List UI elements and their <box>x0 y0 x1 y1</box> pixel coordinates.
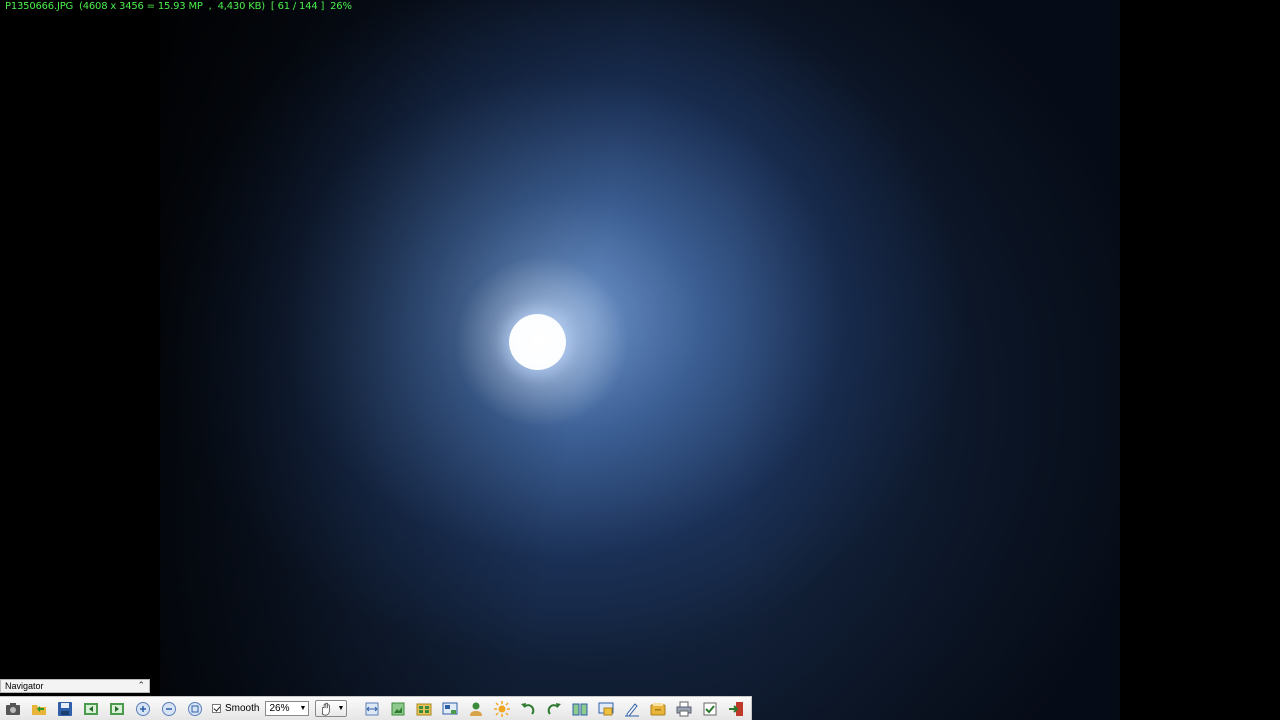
save-icon[interactable] <box>52 698 78 720</box>
user-contact-icon[interactable] <box>463 698 489 720</box>
image-vignette-right <box>160 0 1120 720</box>
smooth-toggle[interactable]: Smooth <box>212 703 259 714</box>
compare-icon[interactable] <box>567 698 593 720</box>
smooth-label: Smooth <box>225 703 260 714</box>
print-icon[interactable] <box>671 698 697 720</box>
next-image-icon[interactable] <box>104 698 130 720</box>
previous-image-icon[interactable] <box>78 698 104 720</box>
navigator-title: Navigator <box>5 681 44 691</box>
fit-width-icon[interactable] <box>359 698 385 720</box>
properties-icon[interactable] <box>697 698 723 720</box>
main-image <box>160 0 1120 720</box>
dropdown-arrow-icon: ▼ <box>299 705 307 712</box>
dropdown-arrow-icon: ▼ <box>337 705 345 712</box>
zoom-out-icon[interactable] <box>156 698 182 720</box>
navigator-panel-header[interactable]: Navigator ⌃ <box>0 679 150 693</box>
hand-tool-select[interactable]: ▼ <box>315 700 348 717</box>
rotate-right-icon[interactable] <box>541 698 567 720</box>
thumbnails-icon[interactable] <box>411 698 437 720</box>
hand-tool-icon <box>322 702 331 715</box>
zoom-in-icon[interactable] <box>130 698 156 720</box>
original-size-icon[interactable] <box>182 698 208 720</box>
double-chevron-up-icon[interactable]: ⌃ <box>137 680 145 691</box>
screenshot-camera-icon[interactable] <box>0 698 26 720</box>
fit-image-icon[interactable] <box>385 698 411 720</box>
slideshow-icon[interactable] <box>437 698 463 720</box>
zoom-level-select[interactable]: 26% ▼ <box>265 701 310 716</box>
zoom-level-value: 26% <box>269 703 290 714</box>
file-info-overlay: P1350666.JPG (4608 x 3456 = 15.93 MP , 4… <box>5 1 352 12</box>
moon <box>509 314 566 370</box>
brightness-sun-icon[interactable] <box>489 698 515 720</box>
smooth-checkbox[interactable] <box>212 704 221 713</box>
rotate-left-icon[interactable] <box>515 698 541 720</box>
exit-icon[interactable] <box>723 698 749 720</box>
bottom-toolbar: Smooth 26% ▼ ▼ <box>0 696 752 720</box>
open-folder-icon[interactable] <box>26 698 52 720</box>
open-drawer-icon[interactable] <box>645 698 671 720</box>
edit-icon[interactable] <box>619 698 645 720</box>
screen-fit-icon[interactable] <box>593 698 619 720</box>
